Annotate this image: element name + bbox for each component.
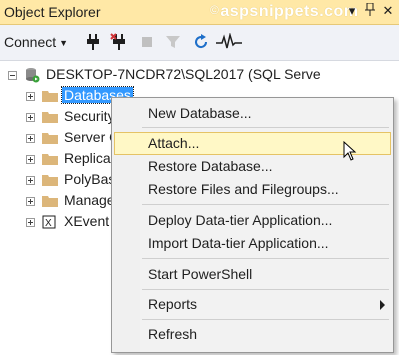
tree-item-label: Replica [64, 150, 111, 166]
svg-text:X: X [45, 218, 52, 229]
tree-item-polybase[interactable]: PolyBas [0, 170, 120, 191]
folder-icon [42, 196, 58, 207]
server-icon [26, 68, 40, 83]
pin-icon[interactable] [362, 2, 378, 19]
disconnect-icon[interactable] [110, 33, 128, 51]
tree-item-label: Security [64, 108, 115, 124]
tree-item-replication[interactable]: Replica [0, 149, 120, 170]
tree-item-label: PolyBas [64, 171, 116, 187]
folder-icon [42, 154, 58, 165]
menu-item-restore-files-filegroups[interactable]: Restore Files and Filegroups... [114, 178, 391, 201]
server-label: DESKTOP-7NCDR72\SQL2017 (SQL Serve [46, 66, 321, 82]
menu-item-new-database[interactable]: New Database... [114, 102, 391, 125]
context-menu: New Database... Attach... Restore Databa… [111, 97, 394, 353]
connect-button[interactable]: Connect ▼ [4, 34, 68, 50]
refresh-icon[interactable] [192, 33, 210, 51]
menu-separator [142, 204, 389, 205]
tree-item-label: Manage [64, 192, 115, 208]
menu-separator [142, 289, 389, 290]
connect-plug-icon[interactable] [84, 33, 102, 51]
toolbar: Connect ▼ [0, 25, 399, 61]
server-node[interactable]: DESKTOP-7NCDR72\SQL2017 (SQL Serve [0, 65, 399, 86]
tree-item-security[interactable]: Security [0, 107, 120, 128]
expand-icon[interactable] [26, 218, 35, 227]
tree-item-xevent-profiler[interactable]: X XEvent [0, 212, 120, 233]
expand-icon[interactable] [26, 155, 35, 164]
expand-icon[interactable] [26, 197, 35, 206]
collapse-icon[interactable] [8, 71, 17, 80]
menu-item-deploy-data-tier[interactable]: Deploy Data-tier Application... [114, 209, 391, 232]
xevent-profiler-icon: X [42, 215, 56, 229]
object-explorer-titlebar: Object Explorer ©aspsnippets.com ▾ ✕ [0, 0, 399, 25]
tree-item-label: XEvent [64, 213, 110, 229]
close-icon[interactable]: ✕ [380, 3, 396, 19]
folder-icon [42, 112, 58, 123]
expand-icon[interactable] [26, 134, 35, 143]
expand-icon[interactable] [26, 176, 35, 185]
folder-icon [42, 175, 58, 186]
expand-icon[interactable] [26, 92, 35, 101]
tree-item-server-objects[interactable]: Server O [0, 128, 120, 149]
menu-item-start-powershell[interactable]: Start PowerShell [114, 263, 391, 286]
menu-separator [142, 127, 389, 128]
watermark: ©aspsnippets.com [210, 3, 359, 20]
menu-item-refresh[interactable]: Refresh [114, 323, 391, 346]
expand-icon[interactable] [26, 113, 35, 122]
filter-icon[interactable] [164, 33, 182, 51]
menu-item-reports[interactable]: Reports [114, 293, 391, 316]
tree-item-databases[interactable]: Databases [0, 86, 134, 107]
submenu-arrow-icon [380, 300, 385, 310]
folder-icon [42, 133, 58, 144]
activity-monitor-icon[interactable] [216, 33, 242, 51]
menu-separator [142, 319, 389, 320]
menu-separator [142, 258, 389, 259]
panel-title: Object Explorer [4, 4, 101, 20]
menu-item-import-data-tier[interactable]: Import Data-tier Application... [114, 232, 391, 255]
dropdown-arrow-icon[interactable]: ▾ [344, 3, 360, 19]
folder-icon [42, 91, 58, 102]
mouse-cursor-icon [343, 141, 357, 161]
tree-item-management[interactable]: Manage [0, 191, 120, 212]
stop-icon[interactable] [138, 33, 156, 51]
